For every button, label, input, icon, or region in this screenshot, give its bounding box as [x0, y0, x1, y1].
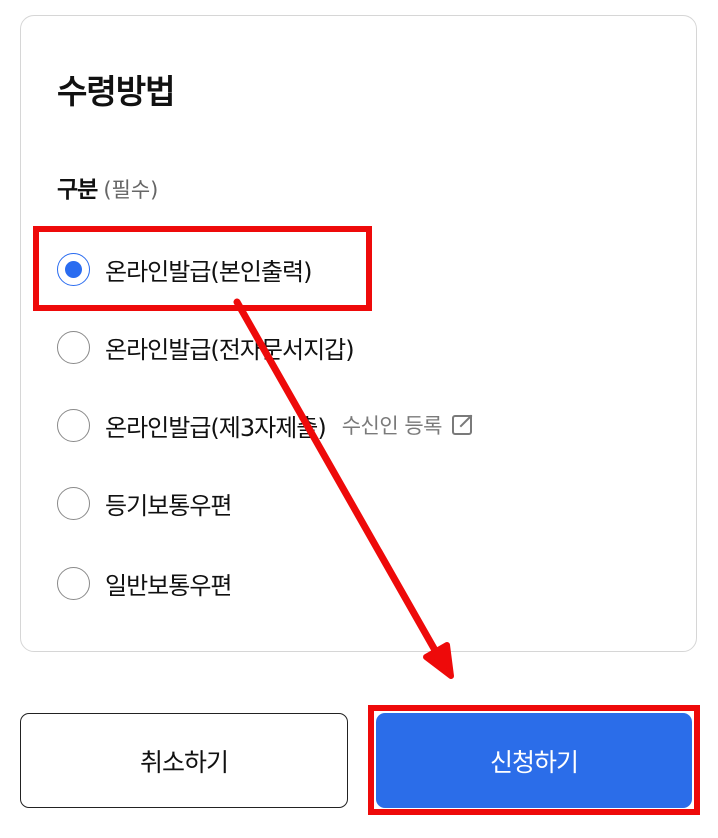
annotation-box-selected-option	[33, 226, 372, 311]
recipient-register-link[interactable]: 수신인 등록	[342, 410, 474, 440]
option-label: 일반보통우편	[105, 571, 232, 600]
field-label: 구분 (필수)	[57, 172, 158, 210]
option-label: 온라인발급(제3자제출)	[105, 413, 327, 442]
required-note: (필수)	[103, 178, 159, 202]
cancel-button[interactable]: 취소하기	[20, 713, 348, 808]
option-online-third-party[interactable]: 온라인발급(제3자제출) 수신인 등록	[57, 405, 474, 445]
option-regular-mail[interactable]: 일반보통우편	[57, 563, 232, 603]
radio-button[interactable]	[57, 486, 90, 520]
option-label: 등기보통우편	[105, 491, 232, 520]
option-label: 온라인발급(전자문서지갑)	[105, 335, 355, 364]
stage: 수령방법 구분 (필수) 온라인발급(본인출력) 온라인발급(전자문서지갑) 온라…	[0, 0, 718, 838]
radio-button[interactable]	[57, 566, 90, 600]
radio-button[interactable]	[57, 408, 90, 442]
field-label-text: 구분	[57, 177, 98, 203]
external-link-icon	[452, 414, 473, 435]
option-registered-mail[interactable]: 등기보통우편	[57, 483, 232, 523]
section-title: 수령방법	[57, 72, 175, 111]
submit-button[interactable]: 신청하기	[376, 713, 692, 808]
recipient-register-label: 수신인 등록	[341, 414, 443, 438]
radio-button[interactable]	[57, 330, 90, 364]
option-online-e-wallet[interactable]: 온라인발급(전자문서지갑)	[57, 327, 355, 367]
